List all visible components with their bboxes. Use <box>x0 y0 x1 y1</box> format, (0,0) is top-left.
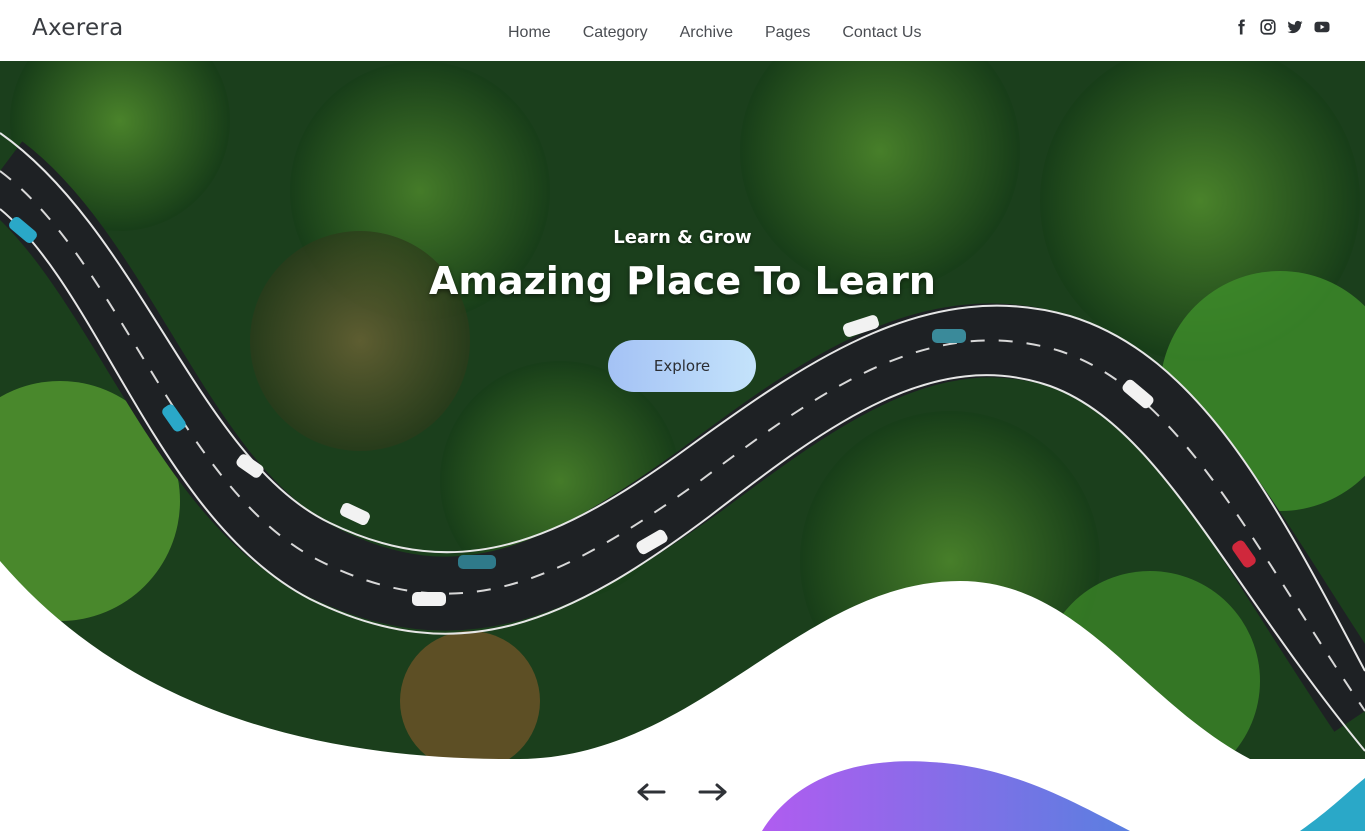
main-nav: Home Category Archive Pages Contact Us <box>508 24 953 42</box>
nav-item-archive[interactable]: Archive <box>680 24 733 42</box>
nav-item-category[interactable]: Category <box>583 24 648 42</box>
hero-kicker: Learn & Grow <box>613 227 752 248</box>
social-links <box>1232 18 1331 36</box>
hero-banner: Learn & Grow Amazing Place To Learn Expl… <box>0 61 1365 759</box>
instagram-icon[interactable] <box>1259 18 1277 36</box>
twitter-icon[interactable] <box>1286 18 1304 36</box>
explore-button[interactable]: Explore <box>608 340 756 392</box>
hero-background-image <box>0 61 1365 759</box>
arrow-right-icon[interactable] <box>698 780 728 804</box>
youtube-icon[interactable] <box>1313 18 1331 36</box>
hero-title: Amazing Place To Learn <box>429 259 936 303</box>
nav-item-pages[interactable]: Pages <box>765 24 810 42</box>
facebook-icon[interactable] <box>1232 18 1250 36</box>
arrow-left-icon[interactable] <box>636 780 666 804</box>
site-header: Axerera Home Category Archive Pages Cont… <box>0 0 1365 61</box>
nav-item-home[interactable]: Home <box>508 24 551 42</box>
nav-item-contact-us[interactable]: Contact Us <box>842 24 921 42</box>
site-logo[interactable]: Axerera <box>32 15 124 41</box>
